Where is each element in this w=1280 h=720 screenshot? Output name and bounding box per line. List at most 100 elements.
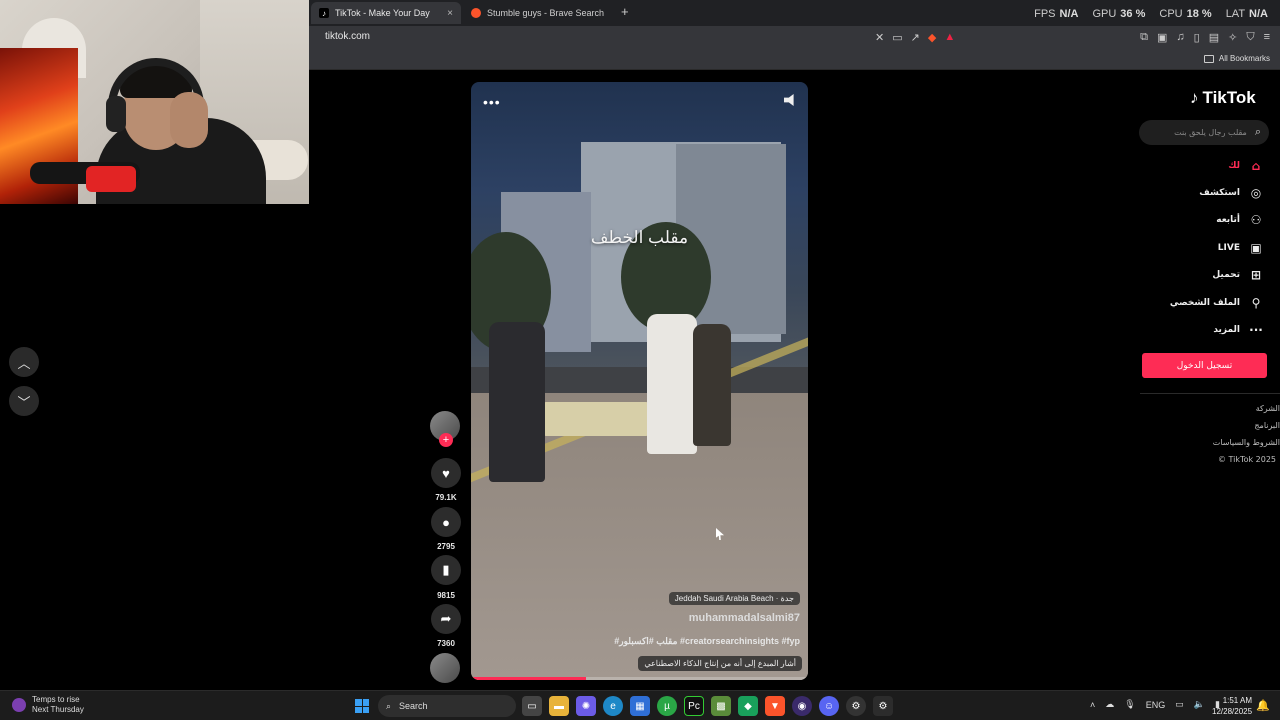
more-options-icon[interactable]: •••: [483, 94, 501, 110]
taskbar-search[interactable]: ⌕ Search: [378, 695, 516, 717]
copilot-icon[interactable]: ✺: [576, 696, 596, 716]
nav-more[interactable]: المزيد ···: [1213, 323, 1264, 337]
menu-icon[interactable]: ≡: [1264, 31, 1270, 44]
upload-icon: ⊞: [1250, 268, 1262, 282]
bookmark-icon: ▮: [442, 562, 450, 577]
discord-icon[interactable]: ☺: [819, 696, 839, 716]
video-player[interactable]: مقلب الخطف ••• Jeddah Saudi Arabia Beach…: [471, 82, 808, 680]
save-button[interactable]: ▮: [431, 555, 461, 585]
search-box[interactable]: ⌕: [1139, 120, 1269, 145]
footer-terms[interactable]: الشروط والسياسات: [1213, 438, 1280, 447]
weather-widget[interactable]: Temps to rise Next Thursday: [12, 695, 84, 715]
minecraft-icon[interactable]: ▩: [711, 696, 731, 716]
microphone-icon[interactable]: 🎙: [1124, 699, 1135, 710]
nav-explore[interactable]: استكشف ◎: [1199, 186, 1264, 200]
tab-brave-search[interactable]: Stumble guys - Brave Search: [463, 2, 613, 24]
nav-for-you[interactable]: لك ⌂: [1228, 159, 1264, 173]
chevron-down-icon: ﹀: [17, 394, 31, 410]
location-badge[interactable]: Jeddah Saudi Arabia Beach · جدة: [668, 592, 800, 605]
task-view-icon[interactable]: ▭: [522, 696, 542, 716]
extensions-icon[interactable]: ⧉: [1140, 31, 1148, 44]
weather-text: Temps to rise Next Thursday: [32, 695, 84, 714]
footer-company[interactable]: الشركة: [1256, 404, 1280, 413]
brave-shields-icon[interactable]: ◆: [928, 31, 936, 44]
pycharm-icon[interactable]: Pc: [684, 696, 704, 716]
url-field[interactable]: tiktok.com: [325, 31, 370, 42]
onedrive-icon[interactable]: ☁: [1105, 699, 1114, 710]
home-icon: ⌂: [1251, 159, 1261, 173]
tiktok-logo[interactable]: ♪ TikTok: [1190, 88, 1256, 108]
share-button[interactable]: ➦: [431, 604, 461, 634]
utorrent-icon[interactable]: µ: [657, 696, 677, 716]
webcam-overlay: [0, 0, 309, 204]
taskbar-search-label: Search: [399, 701, 428, 711]
video-hashtags[interactable]: #مقلب #اكسبلور #creatorsearchinsights #f…: [614, 636, 800, 647]
login-button[interactable]: تسجيل الدخول: [1142, 353, 1267, 378]
network-icon[interactable]: ▭: [1175, 699, 1184, 710]
address-bar: tiktok.com ✕ ▭ ↗ ◆ ▲ ⧉ ▣ ♫ ▯ ▤ ✧ ⛉ ≡: [309, 26, 1280, 50]
previous-video-button[interactable]: ︿: [9, 347, 39, 377]
tiktok-icon: ♪: [319, 8, 329, 18]
media-icon[interactable]: ♫: [1176, 31, 1184, 44]
brave-browser-icon[interactable]: ▼: [765, 696, 785, 716]
search-icon[interactable]: ⌕: [1255, 126, 1261, 139]
close-icon[interactable]: ×: [447, 8, 453, 19]
settings-icon[interactable]: ⚙: [873, 696, 893, 716]
tab-tiktok[interactable]: ♪ TikTok - Make Your Day ×: [311, 2, 461, 24]
vpn-icon[interactable]: ⛉: [1246, 31, 1254, 44]
nav-profile[interactable]: الملف الشخصي ⚲: [1170, 296, 1264, 310]
nav-upload[interactable]: تحميل ⊞: [1212, 268, 1264, 282]
tab-label: TikTok - Make Your Day: [335, 8, 430, 18]
footer-program[interactable]: البرنامج: [1254, 421, 1280, 430]
sidebar-divider: [1140, 393, 1280, 394]
bookmarks-bar: All Bookmarks: [309, 50, 1280, 70]
search-input[interactable]: [1156, 128, 1247, 137]
person-bisht: [693, 324, 731, 446]
headphone-earcup-left: [106, 96, 126, 132]
cast-icon[interactable]: ▭: [892, 31, 902, 44]
sound-disc[interactable]: [430, 653, 460, 683]
comment-button[interactable]: ●: [431, 507, 461, 537]
like-button[interactable]: ♥: [431, 458, 461, 488]
live-tv-icon: ▣: [1250, 241, 1262, 255]
nav-live[interactable]: LIVE ▣: [1218, 241, 1264, 255]
comment-icon: ●: [442, 514, 450, 530]
file-explorer-icon[interactable]: ▬: [549, 696, 569, 716]
volume-icon[interactable]: [784, 94, 794, 106]
profile-icon: ⚲: [1251, 296, 1261, 310]
microphone: [86, 166, 136, 192]
chevron-up-icon[interactable]: ˄: [1090, 700, 1095, 710]
tiktok-note-icon: ♪: [1190, 88, 1199, 107]
nav-following[interactable]: أتابعه ⚇: [1216, 213, 1264, 227]
all-bookmarks-button[interactable]: All Bookmarks: [1203, 54, 1270, 63]
follow-plus-icon[interactable]: +: [439, 433, 453, 447]
nav-label: استكشف: [1199, 188, 1240, 198]
bench: [543, 402, 649, 436]
next-video-button[interactable]: ﹀: [9, 386, 39, 416]
system-clock[interactable]: 1:51 AM 12/28/2025: [1212, 695, 1252, 717]
like-count: 79.1K: [435, 493, 457, 502]
speaker-icon[interactable]: 🔈: [1194, 699, 1205, 710]
weather-icon: [12, 698, 26, 712]
notification-bell-icon[interactable]: 🔔: [1256, 699, 1270, 712]
person-thobe: [647, 314, 697, 454]
obs-icon[interactable]: ◉: [792, 696, 812, 716]
taskbar-apps: ▭ ▬ ✺ e ▦ µ Pc ▩ ◆ ▼ ◉ ☺ ⚙ ⚙: [522, 696, 893, 716]
video-progress-bar[interactable]: [471, 677, 808, 680]
steam-icon[interactable]: ⚙: [846, 696, 866, 716]
mute-tab-icon[interactable]: ✕: [875, 31, 884, 44]
share-icon[interactable]: ↗: [911, 31, 920, 44]
wallet-icon[interactable]: ▤: [1209, 31, 1219, 44]
language-indicator[interactable]: ENG: [1146, 700, 1166, 710]
screenshot-icon[interactable]: ▣: [1157, 31, 1167, 44]
leo-ai-icon[interactable]: ✧: [1228, 31, 1237, 44]
edge-icon[interactable]: e: [603, 696, 623, 716]
new-tab-button[interactable]: +: [621, 4, 629, 19]
brave-rewards-icon[interactable]: ▲: [944, 31, 955, 44]
store-icon[interactable]: ▦: [630, 696, 650, 716]
video-author[interactable]: muhammadalsalmi87: [689, 612, 800, 624]
clock-time: 1:51 AM: [1222, 696, 1253, 705]
game-launcher-icon[interactable]: ◆: [738, 696, 758, 716]
start-button[interactable]: [355, 699, 369, 713]
sidebar-toggle-icon[interactable]: ▯: [1194, 31, 1200, 44]
